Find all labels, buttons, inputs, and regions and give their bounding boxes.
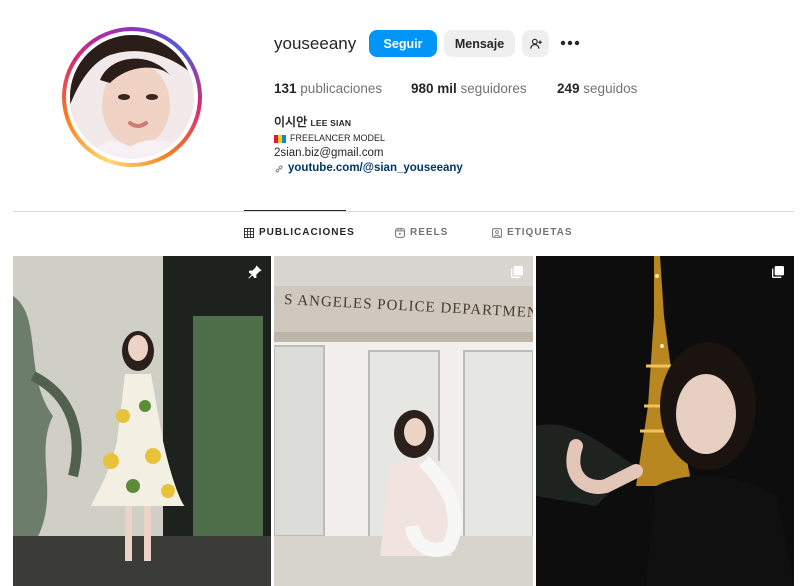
post-thumbnail[interactable] [13, 256, 271, 586]
post-image-eiffel-tower [536, 256, 794, 586]
profile-username: youseeany [274, 34, 357, 53]
post-image-floral-dress [13, 256, 271, 586]
grid-icon [244, 227, 254, 238]
avatar-photo [70, 35, 194, 159]
profile-avatar[interactable] [62, 27, 202, 167]
followers-count[interactable]: 980 mil seguidores [411, 81, 527, 96]
suggest-users-button[interactable] [522, 30, 549, 57]
tab-posts[interactable]: PUBLICACIONES [244, 227, 355, 238]
profile-name-latin: LEE SIAN [310, 118, 352, 128]
tab-tagged[interactable]: ETIQUETAS [492, 227, 572, 238]
following-count[interactable]: 249 seguidos [557, 81, 637, 96]
tab-reels-label: REELS [410, 227, 449, 238]
tag-icon [492, 227, 502, 238]
followers-count-value: 980 mil [411, 81, 457, 96]
posts-count: 131 publicaciones [274, 81, 382, 96]
follow-button[interactable]: Seguir [369, 30, 437, 57]
tab-tagged-label: ETIQUETAS [507, 227, 573, 238]
avatar-image [70, 35, 194, 159]
profile-link[interactable]: youtube.com/@sian_youseeany [274, 161, 463, 176]
post-thumbnail[interactable] [536, 256, 794, 586]
avatar-border [66, 31, 198, 163]
pin-icon [248, 265, 262, 279]
post-thumbnail[interactable]: S ANGELES POLICE DEPARTMENT [274, 256, 533, 586]
following-count-value: 249 [557, 81, 580, 96]
active-tab-indicator [244, 210, 346, 211]
profile-category-text: FREELANCER MODEL [290, 133, 386, 143]
ellipsis-icon [560, 40, 580, 46]
profile-category: FREELANCER MODEL [274, 131, 463, 146]
more-options-button[interactable] [559, 34, 581, 52]
carousel-icon [772, 266, 784, 278]
profile-name-hangul: 이시안 [274, 115, 308, 129]
person-plus-icon [529, 38, 542, 49]
flag-emoji-icon [274, 134, 286, 143]
posts-count-label: publicaciones [300, 81, 383, 96]
profile-full-name: 이시안 LEE SIAN [274, 115, 463, 131]
following-count-label: seguidos [583, 81, 638, 96]
profile-link-text: youtube.com/@sian_youseeany [288, 162, 463, 174]
message-button[interactable]: Mensaje [444, 30, 515, 57]
profile-email: 2sian.biz@gmail.com [274, 147, 384, 159]
carousel-icon [511, 266, 523, 278]
link-icon [275, 165, 283, 172]
profile-bio: 이시안 LEE SIAN FREELANCER MODEL 2sian.biz@… [274, 115, 463, 176]
followers-count-label: seguidores [460, 81, 527, 96]
tab-reels[interactable]: REELS [395, 227, 448, 238]
tabs-divider [13, 211, 794, 212]
reels-icon [395, 227, 405, 238]
posts-count-value: 131 [274, 81, 297, 96]
tab-posts-label: PUBLICACIONES [259, 227, 355, 238]
